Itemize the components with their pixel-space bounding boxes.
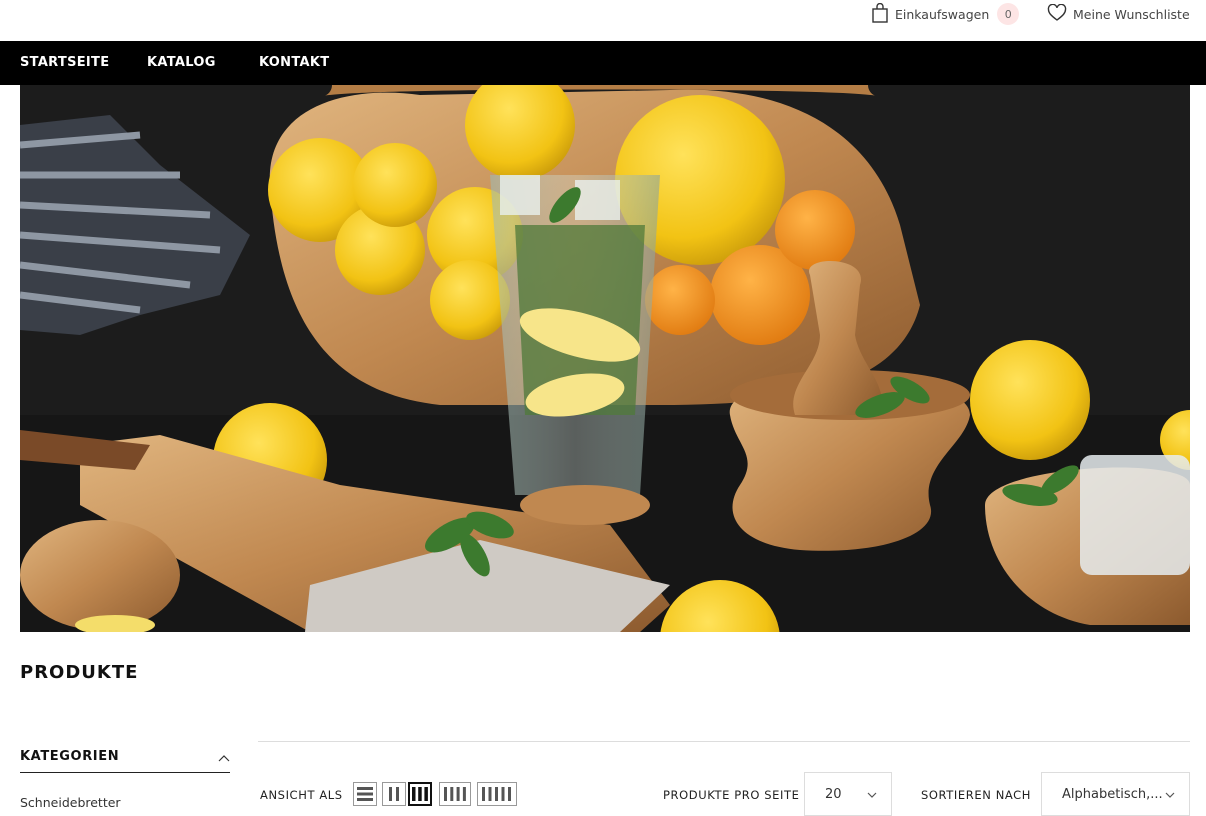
view-as-label: ANSICHT ALS <box>260 788 343 802</box>
chevron-down-icon <box>867 787 877 802</box>
view-grid-3-button[interactable] <box>408 782 432 806</box>
sort-by-select[interactable]: Alphabetisch,... <box>1041 772 1190 816</box>
view-grid-4-button[interactable] <box>439 782 471 806</box>
cart-label: Einkaufswagen <box>895 6 990 22</box>
nav-item-katalog[interactable]: KATALOG <box>147 41 216 85</box>
categories-title: KATEGORIEN <box>20 748 120 764</box>
grid-4-icon <box>444 787 466 801</box>
products-per-page-value: 20 <box>825 786 842 802</box>
view-grid-2-button[interactable] <box>382 782 406 806</box>
view-grid-5-button[interactable] <box>477 782 517 806</box>
heart-icon <box>1047 3 1067 25</box>
grid-3-icon <box>412 787 428 801</box>
wishlist-link[interactable]: Meine Wunschliste <box>1047 0 1190 28</box>
wishlist-label: Meine Wunschliste <box>1073 6 1190 22</box>
category-link-schneidebretter[interactable]: Schneidebretter <box>20 795 121 810</box>
cart-count-badge: 0 <box>997 3 1020 25</box>
grid-5-icon <box>482 787 511 801</box>
main-navigation: STARTSEITE KATALOG KONTAKT <box>0 41 1206 85</box>
top-bar: Einkaufswagen 0 Meine Wunschliste <box>0 0 1206 41</box>
shopping-bag-icon <box>871 2 889 26</box>
grid-2-icon <box>389 787 399 801</box>
hero-banner-image <box>20 85 1190 632</box>
chevron-down-icon <box>1165 787 1175 802</box>
cart-link[interactable]: Einkaufswagen 0 <box>871 0 1020 28</box>
list-view-icon <box>357 787 373 801</box>
nav-item-startseite[interactable]: STARTSEITE <box>20 41 109 85</box>
categories-toggle[interactable]: KATEGORIEN <box>20 740 230 773</box>
chevron-up-icon <box>218 747 230 766</box>
toolbar-divider <box>258 741 1190 742</box>
hero-banner <box>20 85 1190 632</box>
products-per-page-label: PRODUKTE PRO SEITE <box>663 788 800 802</box>
nav-item-kontakt[interactable]: KONTAKT <box>259 41 329 85</box>
sort-by-value: Alphabetisch,... <box>1062 786 1163 802</box>
page-title: PRODUKTE <box>20 662 139 683</box>
sort-by-label: SORTIEREN NACH <box>921 788 1032 802</box>
products-per-page-select[interactable]: 20 <box>804 772 892 816</box>
view-list-button[interactable] <box>353 782 377 806</box>
